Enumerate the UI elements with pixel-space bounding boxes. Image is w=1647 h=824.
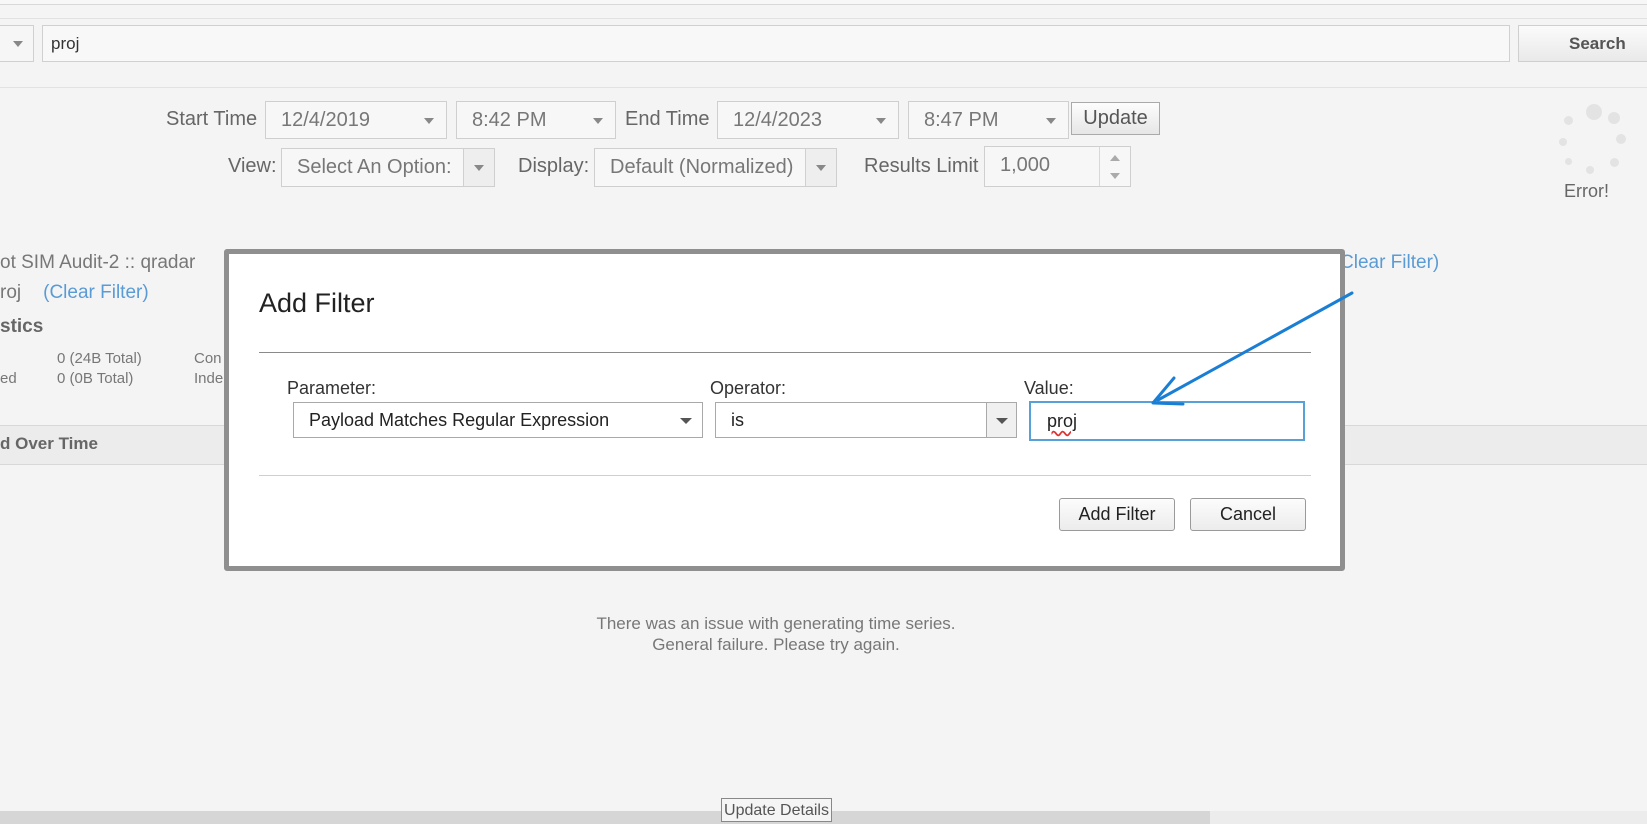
annotation-arrow-icon <box>1151 291 1354 406</box>
